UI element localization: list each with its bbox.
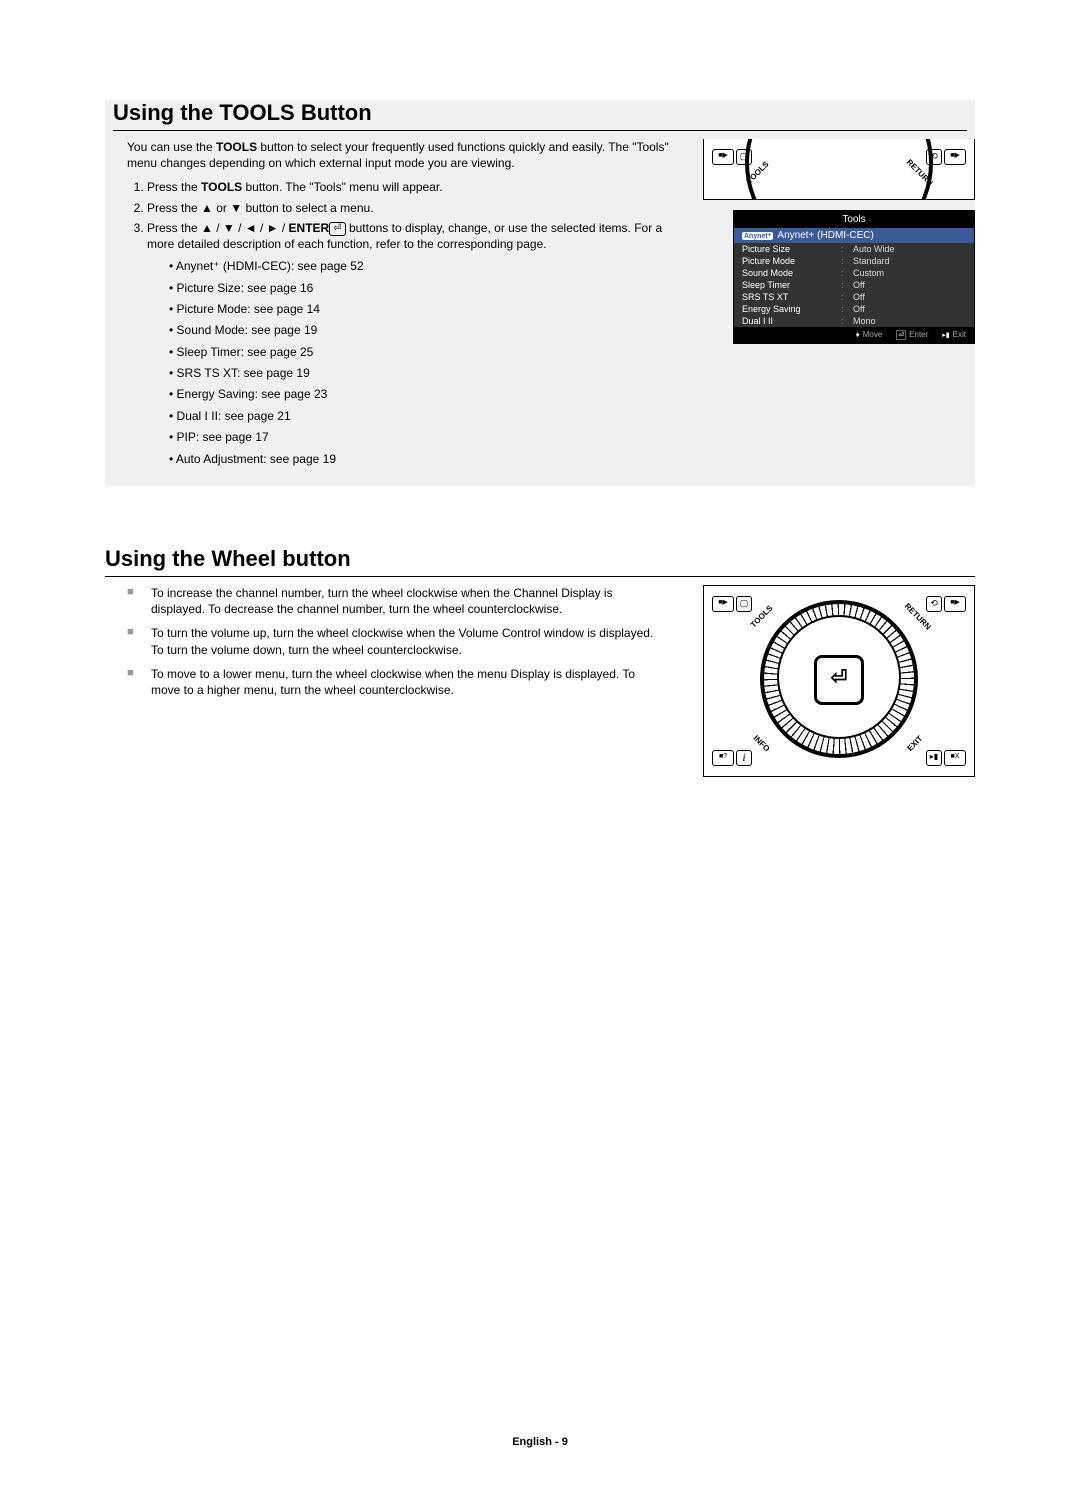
osd-value: Custom [853, 268, 966, 278]
section2-title: Using the Wheel button [105, 546, 975, 577]
section1-title: Using the TOOLS Button [113, 100, 967, 131]
corner-btn-tr: ■▶ [944, 596, 966, 612]
step1-bold: TOOLS [201, 180, 242, 194]
osd-footer-move: Move [856, 330, 883, 340]
osd-value: Standard [853, 256, 966, 266]
remote-wheel-illustration: ⏎ ■▶ ▢ ⟲ ■▶ ■? i ▸▮ ■X TOOLS RETURN INFO… [703, 585, 975, 777]
osd-label: Picture Mode [742, 256, 837, 266]
corner-btn-br: ■X [944, 750, 966, 766]
corner-btn-tl: ■▶ [712, 596, 734, 612]
osd-row: Dual I II:Mono [734, 315, 974, 327]
step3-pre: Press the ▲ / ▼ / ◄ / ► / [147, 221, 289, 235]
wheel-info-label: INFO [752, 734, 772, 754]
ref-item: Sound Mode: see page 19 [169, 322, 685, 339]
osd-row: Picture Mode:Standard [734, 255, 974, 267]
ref-item: Picture Mode: see page 14 [169, 301, 685, 318]
osd-row: Sleep Timer:Off [734, 279, 974, 291]
osd-footer: Move Enter Exit [734, 327, 974, 343]
wheel-item: To move to a lower menu, turn the wheel … [127, 666, 665, 698]
ref-item: Auto Adjustment: see page 19 [169, 451, 685, 468]
osd-label: SRS TS XT [742, 292, 837, 302]
steps-list: Press the TOOLS button. The "Tools" menu… [127, 179, 685, 468]
intro-bold: TOOLS [216, 140, 257, 154]
wheel-exit-label: EXIT [906, 734, 925, 753]
ref-item: Sleep Timer: see page 25 [169, 344, 685, 361]
osd-row: SRS TS XT:Off [734, 291, 974, 303]
step3-bold: ENTER [289, 221, 330, 235]
osd-label: Picture Size [742, 244, 837, 254]
remote-small-btn-l: ▢ [736, 149, 752, 165]
step-2: Press the ▲ or ▼ button to select a menu… [147, 200, 685, 216]
osd-label: Energy Saving [742, 304, 837, 314]
corner-btn-bl: ■? [712, 750, 734, 766]
remote-btn-right: ■▶ [944, 149, 966, 165]
anynet-icon: Anynet⁺ [742, 232, 773, 240]
osd-label: Dual I II [742, 316, 837, 326]
step-3: Press the ▲ / ▼ / ◄ / ► / ENTER⏎ buttons… [147, 220, 685, 468]
remote-small-btn-r [926, 149, 942, 165]
osd-footer-exit: Exit [942, 330, 966, 340]
osd-value: Mono [853, 316, 966, 326]
step1-post: button. The "Tools" menu will appear. [242, 180, 442, 194]
enter-button-icon: ⏎ [814, 655, 864, 705]
section-tools-button: Using the TOOLS Button You can use the T… [105, 100, 975, 486]
osd-label: Sleep Timer [742, 280, 837, 290]
ref-item: Energy Saving: see page 23 [169, 386, 685, 403]
osd-label: Sound Mode [742, 268, 837, 278]
refs-list: Anynet⁺ (HDMI-CEC): see page 52 Picture … [147, 258, 685, 468]
ref-item: Picture Size: see page 16 [169, 280, 685, 297]
osd-row: Sound Mode:Custom [734, 267, 974, 279]
ref-item: Anynet⁺ (HDMI-CEC): see page 52 [169, 258, 685, 275]
osd-row: Energy Saving:Off [734, 303, 974, 315]
wheel-list: To increase the channel number, turn the… [127, 585, 665, 698]
enter-icon: ⏎ [329, 222, 345, 236]
wheel-tools-label: TOOLS [749, 604, 775, 630]
osd-value: Off [853, 280, 966, 290]
wheel-item: To increase the channel number, turn the… [127, 585, 665, 617]
corner-small-tr: ⟲ [926, 596, 942, 612]
osd-value: Off [853, 292, 966, 302]
osd-value: Auto Wide [853, 244, 966, 254]
remote-top-illustration: ■▶ ▢ ■▶ TOOLS RETURN [703, 139, 975, 200]
info-icon: i [736, 750, 752, 766]
osd-footer-enter: Enter [896, 330, 928, 340]
exit-icon: ▸▮ [926, 750, 942, 766]
ref-item: PIP: see page 17 [169, 429, 685, 446]
ref-item: Dual I II: see page 21 [169, 408, 685, 425]
page-footer: English - 9 [0, 1436, 1080, 1448]
wheel-item: To turn the volume up, turn the wheel cl… [127, 625, 665, 657]
section-wheel-button: Using the Wheel button To increase the c… [105, 546, 975, 777]
step1-pre: Press the [147, 180, 201, 194]
osd-highlight-text: Anynet+ (HDMI-CEC) [777, 230, 873, 241]
ref-item: SRS TS XT: see page 19 [169, 365, 685, 382]
osd-value: Off [853, 304, 966, 314]
remote-btn-left: ■▶ [712, 149, 734, 165]
osd-title: Tools [734, 211, 974, 228]
step-1: Press the TOOLS button. The "Tools" menu… [147, 179, 685, 195]
osd-row: Picture Size:Auto Wide [734, 243, 974, 255]
corner-small-tl: ▢ [736, 596, 752, 612]
osd-tools-menu: Tools Anynet⁺ Anynet+ (HDMI-CEC) Picture … [733, 210, 975, 344]
intro-pre: You can use the [127, 140, 216, 154]
osd-highlight-row: Anynet⁺ Anynet+ (HDMI-CEC) [734, 228, 974, 243]
section1-intro: You can use the TOOLS button to select y… [127, 139, 685, 171]
